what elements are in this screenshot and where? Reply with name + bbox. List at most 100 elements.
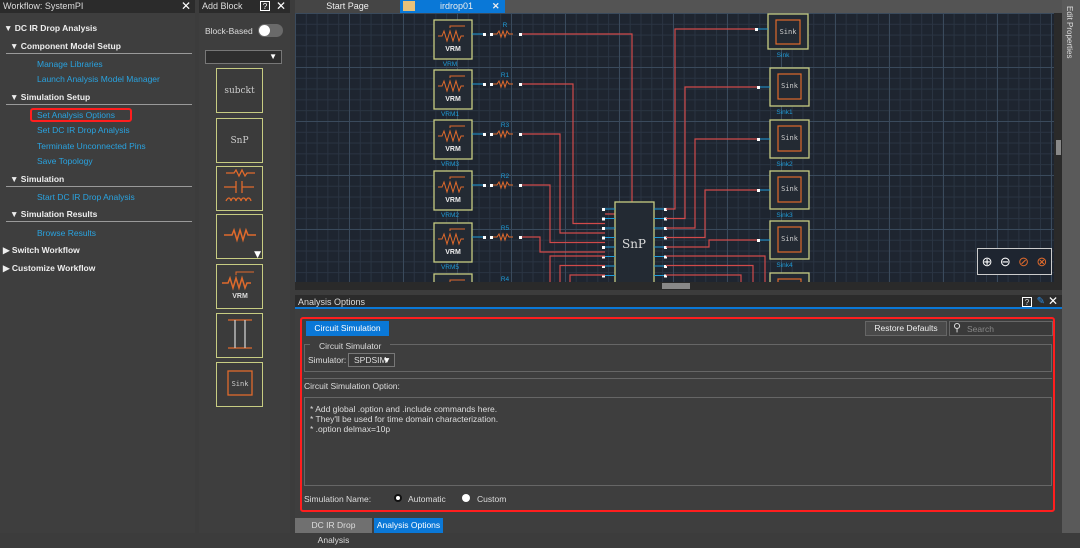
resistor[interactable]: R1 bbox=[472, 72, 522, 89]
item-label: Set DC IR Drop Analysis bbox=[37, 125, 130, 135]
help-icon[interactable]: ? bbox=[260, 1, 270, 11]
block-based-toggle[interactable] bbox=[258, 24, 283, 37]
option-line: * Add global .option and .include comman… bbox=[310, 404, 498, 414]
resistor[interactable]: R5 bbox=[472, 225, 522, 242]
wire bbox=[559, 264, 605, 283]
analysis-options-panel: Analysis Options ? ✎ ✕ Circuit Simulatio… bbox=[295, 295, 1062, 545]
resistor[interactable]: R2 bbox=[472, 173, 522, 190]
resistor[interactable]: R3 bbox=[472, 122, 522, 139]
block-filter-dropdown[interactable]: ▼ bbox=[205, 50, 282, 64]
svg-text:Sink: Sink bbox=[231, 380, 249, 388]
block-transmission-line[interactable] bbox=[216, 313, 263, 358]
edit-properties-sidebar[interactable]: Edit Properties bbox=[1062, 0, 1080, 533]
item-label: DC IR Drop Analysis bbox=[14, 23, 98, 33]
close-icon[interactable]: ✕ bbox=[1048, 295, 1058, 307]
divider bbox=[6, 104, 192, 105]
resistor-label: R3 bbox=[501, 122, 510, 129]
resistor[interactable]: R bbox=[472, 22, 522, 39]
pin-icon[interactable]: ✎ bbox=[1037, 295, 1045, 309]
workflow-item-launch-analysis-model-manager[interactable]: Launch Analysis Model Manager bbox=[37, 74, 160, 84]
close-icon[interactable]: ✕ bbox=[181, 0, 191, 12]
item-label: Terminate Unconnected Pins bbox=[37, 141, 146, 151]
block-vrm[interactable]: VRM bbox=[216, 264, 263, 309]
vrm-icon: VRM bbox=[220, 269, 260, 304]
collapsed-icon: ▶ bbox=[3, 245, 10, 255]
vrm-block[interactable]: VRM VRM5 bbox=[433, 222, 473, 271]
tab-analysis-options[interactable]: Analysis Options bbox=[374, 518, 443, 533]
tab-circuit-simulation[interactable]: Circuit Simulation bbox=[306, 321, 389, 336]
wire bbox=[522, 33, 633, 215]
radio-custom-label[interactable]: Custom bbox=[477, 494, 506, 504]
radio-automatic[interactable] bbox=[394, 494, 402, 502]
zoom-out-icon[interactable]: ⊖ bbox=[1000, 254, 1011, 270]
wire bbox=[666, 28, 755, 210]
block-resistor[interactable]: ▼ bbox=[216, 214, 263, 260]
close-tab-icon[interactable]: ✕ bbox=[492, 0, 500, 13]
sink-block[interactable]: Sink Sink1 bbox=[769, 67, 810, 116]
workflow-item-browse-results[interactable]: Browse Results bbox=[37, 228, 96, 238]
radio-custom[interactable] bbox=[462, 494, 470, 502]
vrm-block[interactable]: VRM VRM3 bbox=[433, 119, 473, 168]
tab-dc-ir-drop-analysis[interactable]: DC IR Drop Analysis bbox=[295, 518, 372, 545]
tab-start-page[interactable]: Start Page bbox=[295, 0, 400, 13]
workflow-item-save-topology[interactable]: Save Topology bbox=[37, 156, 93, 166]
sink-block[interactable]: Sink Sink bbox=[767, 13, 809, 59]
divider bbox=[6, 221, 192, 222]
zoom-selection-icon[interactable]: ⊗ bbox=[1036, 254, 1047, 270]
chevron-down-icon: ▼ bbox=[382, 355, 391, 365]
workflow-item-simulation-setup[interactable]: ▼ Simulation Setup bbox=[10, 92, 90, 102]
vertical-scrollbar[interactable] bbox=[1054, 13, 1062, 282]
simulation-option-textarea[interactable]: * Add global .option and .include comman… bbox=[304, 397, 1052, 486]
zoom-in-icon[interactable]: ⊕ bbox=[982, 254, 993, 270]
expand-variants-icon[interactable]: ▼ bbox=[254, 250, 261, 260]
workflow-item-dc-ir-drop-analysis[interactable]: ▼ DC IR Drop Analysis bbox=[4, 23, 97, 33]
workflow-item-simulation-results[interactable]: ▼ Simulation Results bbox=[10, 209, 97, 219]
help-icon[interactable]: ? bbox=[1022, 297, 1032, 307]
edit-properties-tab[interactable]: Edit Properties bbox=[1065, 6, 1074, 58]
workflow-item-set-dc-ir-drop-analysis[interactable]: Set DC IR Drop Analysis bbox=[37, 125, 130, 135]
scroll-thumb[interactable] bbox=[662, 283, 690, 289]
tab-irdrop01[interactable]: irdrop01 ✕ bbox=[400, 0, 505, 13]
sink-block[interactable]: Sink Sink2 bbox=[769, 119, 810, 168]
zoom-fit-icon[interactable]: ⊘ bbox=[1018, 254, 1029, 270]
wire bbox=[666, 189, 757, 239]
scroll-thumb[interactable] bbox=[1056, 140, 1061, 155]
vrm-title: VRM bbox=[445, 197, 461, 204]
simulator-label: Simulator: bbox=[308, 355, 347, 365]
workflow-item-customize-workflow[interactable]: ▶ Customize Workflow bbox=[3, 263, 95, 274]
snp-block[interactable]: SnP bbox=[602, 201, 667, 290]
svg-text:VRM: VRM bbox=[232, 293, 248, 300]
restore-defaults-button[interactable]: Restore Defaults bbox=[865, 321, 947, 336]
simulator-select[interactable]: SPDSIM ▼ bbox=[348, 353, 395, 367]
vrm-block[interactable]: VRM VRM2 bbox=[433, 170, 473, 219]
block-sink[interactable]: Sink bbox=[216, 362, 263, 407]
vrm-block[interactable]: VRM VRM1 bbox=[433, 69, 473, 118]
divider bbox=[6, 186, 192, 187]
wire bbox=[549, 255, 605, 283]
vrm-block[interactable]: VRM VRM bbox=[433, 19, 473, 68]
sink-title: Sink bbox=[780, 28, 798, 36]
sink-name: Sink4 bbox=[776, 262, 793, 269]
sink-block[interactable]: Sink Sink3 bbox=[769, 170, 810, 219]
sink-name: Sink3 bbox=[776, 212, 793, 219]
workflow-item-simulation[interactable]: ▼ Simulation bbox=[10, 174, 64, 184]
workflow-item-switch-workflow[interactable]: ▶ Switch Workflow bbox=[3, 245, 80, 256]
sink-block[interactable]: Sink Sink4 bbox=[769, 220, 810, 269]
horizontal-scrollbar[interactable] bbox=[295, 282, 1062, 290]
workflow-item-terminate-unconnected-pins[interactable]: Terminate Unconnected Pins bbox=[37, 141, 146, 151]
block-rlc[interactable] bbox=[216, 166, 263, 211]
workflow-item-component-model-setup[interactable]: ▼ Component Model Setup bbox=[10, 41, 121, 51]
workflow-item-start-dc-ir-drop-analysis[interactable]: Start DC IR Drop Analysis bbox=[37, 192, 135, 202]
sink-title: Sink bbox=[781, 235, 799, 243]
resistor-label: R2 bbox=[501, 173, 510, 180]
close-icon[interactable]: ✕ bbox=[276, 0, 286, 12]
search-input[interactable]: ⚲ Search bbox=[949, 321, 1053, 336]
analysis-options-header: Analysis Options ? ✎ ✕ bbox=[295, 295, 1062, 309]
workflow-item-manage-libraries[interactable]: Manage Libraries bbox=[37, 59, 103, 69]
block-snp[interactable]: SnP bbox=[216, 118, 263, 163]
schematic-canvas[interactable]: VRM VRM R VRM VRM1 R1 VRM VRM3 R3 VRM VRM2 R2 VRM VRM… bbox=[295, 13, 1062, 290]
block-subckt[interactable]: subckt bbox=[216, 68, 263, 113]
item-label: Save Topology bbox=[37, 156, 93, 166]
radio-automatic-label[interactable]: Automatic bbox=[408, 494, 446, 504]
collapsed-icon: ▶ bbox=[3, 263, 10, 273]
